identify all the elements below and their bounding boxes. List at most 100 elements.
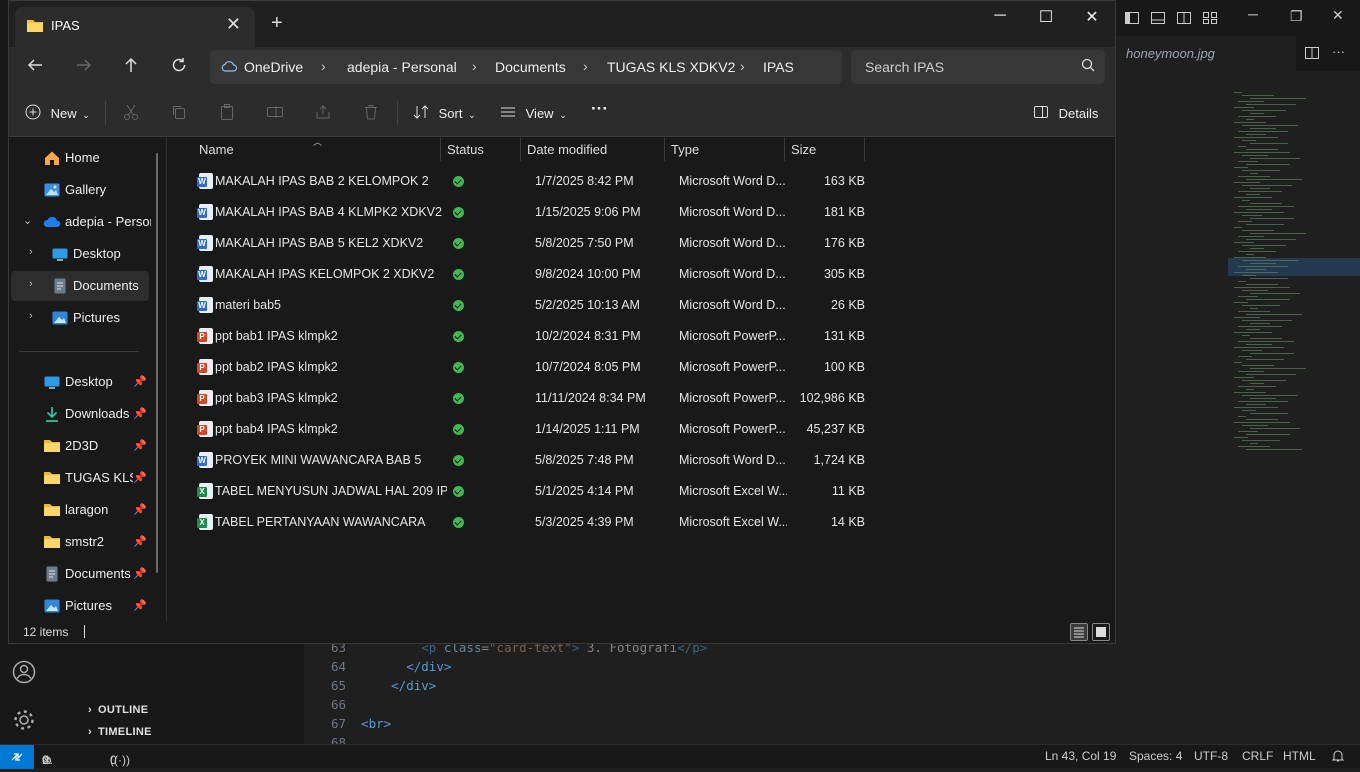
timeline-section[interactable]: › TIMELINE (88, 726, 152, 738)
file-row[interactable]: X TABEL MENYUSUN JADWAL HAL 209 IPAS 5/1/2… (183, 476, 865, 506)
close-tab-icon[interactable]: ✕ (226, 14, 241, 35)
breadcrumb-documents[interactable]: Documents (495, 59, 566, 75)
vscode-minimize-button[interactable]: ─ (1248, 6, 1258, 22)
share-icon[interactable] (314, 103, 332, 121)
quick-access-laragon[interactable]: laragon 📌 (11, 495, 149, 525)
column-header-status[interactable]: Status (441, 137, 519, 161)
quick-access-2d3d[interactable]: 2D3D 📌 (11, 431, 149, 461)
file-row[interactable]: Pppt bab3 IPAS klmpk2 11/11/2024 8:34 PM M… (183, 383, 865, 413)
more-options-button[interactable]: ··· (591, 99, 608, 119)
vscode-restore-button[interactable]: ❐ (1290, 8, 1303, 25)
chevron-right-icon[interactable]: › (29, 246, 33, 258)
breadcrumb[interactable]: OneDrive › adepia - Personal › Documents… (210, 50, 842, 84)
details-button[interactable]: Details (1033, 102, 1098, 121)
file-row[interactable]: Wmateri bab5 5/2/2025 10:13 AM Microsoft W… (183, 290, 865, 320)
sidebar-item-gallery[interactable]: Gallery (11, 175, 149, 205)
minimap[interactable] (1228, 90, 1348, 460)
chevron-right-icon[interactable]: › (583, 58, 588, 74)
chevron-right-icon[interactable]: › (740, 58, 745, 74)
file-row[interactable]: W MAKALAH IPAS BAB 5 KEL2 XDKV2 5/8/2025 7… (183, 228, 865, 258)
quick-access-tugas[interactable]: TUGAS KLS XDKV2 📌 (11, 463, 149, 493)
refresh-icon[interactable] (166, 55, 192, 81)
minimap-line (1234, 242, 1254, 243)
maximize-button[interactable]: ☐ (1023, 7, 1069, 27)
toggle-primary-sidebar-icon[interactable] (1124, 10, 1140, 29)
pin-icon: 📌 (133, 600, 147, 612)
minimize-button[interactable]: ─ (977, 7, 1023, 25)
column-header-size[interactable]: Size (785, 137, 863, 161)
remote-indicator-icon[interactable] (0, 745, 34, 769)
file-row[interactable]: X TABEL PERTANYAAN WAWANCARA 5/3/2025 4:39… (183, 507, 865, 537)
sidebar-item-home[interactable]: Home (11, 143, 149, 173)
file-row[interactable]: W MAKALAH IPAS KELOMPOK 2 XDKV2 9/8/2024 1… (183, 259, 865, 289)
cut-icon[interactable] (122, 103, 140, 121)
chevron-right-icon[interactable]: › (321, 58, 326, 74)
sort-button[interactable]: Sort ⌄ (413, 102, 476, 121)
paste-icon[interactable] (218, 103, 236, 121)
sidebar-item-onedrive[interactable]: ⌄ adepia - Personal (11, 207, 151, 237)
sidebar-item-documents[interactable]: › Documents (11, 271, 149, 301)
account-icon[interactable] (12, 660, 36, 684)
file-row[interactable]: Pppt bab2 IPAS klmpk2 10/7/2024 8:05 PM Mi… (183, 352, 865, 382)
toggle-secondary-sidebar-icon[interactable] (1176, 10, 1192, 29)
end-of-line[interactable]: CRLF (1242, 749, 1273, 763)
breadcrumb-onedrive[interactable]: OneDrive (244, 59, 303, 75)
file-row[interactable]: W PROYEK MINI WAWANCARA BAB 5 5/8/2025 7:4… (183, 445, 865, 475)
file-row[interactable]: W MAKALAH IPAS BAB 2 KELOMPOK 2 1/7/2025 8… (183, 166, 865, 196)
close-window-button[interactable]: ✕ (1069, 7, 1115, 27)
file-row[interactable]: W MAKALAH IPAS BAB 4 KLMPK2 XDKV2 1/15/202… (183, 197, 865, 227)
breadcrumb-personal[interactable]: adepia - Personal (347, 59, 457, 75)
tab-ipas[interactable]: IPAS ✕ (15, 7, 255, 47)
outline-section[interactable]: › OUTLINE (88, 704, 148, 716)
more-actions-icon[interactable]: ··· (1332, 44, 1345, 59)
sidebar-item-pictures[interactable]: › Pictures (11, 303, 149, 333)
chevron-right-icon[interactable]: › (472, 58, 477, 74)
encoding[interactable]: UTF-8 (1194, 749, 1228, 763)
indentation[interactable]: Spaces: 4 (1129, 749, 1182, 763)
vscode-close-button[interactable]: ✕ (1332, 7, 1344, 24)
view-button[interactable]: View ⌄ (500, 102, 567, 121)
quick-access-pictures[interactable]: Pictures 📌 (11, 591, 149, 621)
file-size: 45,237 KB (806, 422, 865, 436)
quick-access-smstr2[interactable]: smstr2 📌 (11, 527, 149, 557)
nav-scrollbar[interactable] (156, 153, 158, 573)
column-header-date[interactable]: Date modified (521, 137, 663, 161)
copy-icon[interactable] (170, 103, 188, 121)
details-view-icon[interactable] (1070, 623, 1088, 641)
column-header-type[interactable]: Type (665, 137, 783, 161)
quick-access-desktop[interactable]: Desktop 📌 (11, 367, 149, 397)
cursor-position[interactable]: Ln 43, Col 19 (1045, 749, 1116, 763)
quick-access-downloads[interactable]: Downloads 📌 (11, 399, 149, 429)
large-icons-view-icon[interactable] (1092, 623, 1110, 641)
file-name: TABEL PERTANYAAN WAWANCARA (215, 515, 426, 529)
quick-access-documents[interactable]: Documents 📌 (11, 559, 149, 589)
toggle-panel-icon[interactable] (1150, 10, 1166, 29)
minimap-line (1250, 293, 1300, 294)
chevron-right-icon[interactable]: › (29, 310, 33, 322)
customize-layout-icon[interactable] (1202, 10, 1218, 29)
split-editor-icon[interactable] (1304, 45, 1320, 64)
column-header-name[interactable]: Name (183, 137, 439, 161)
new-button[interactable]: New ⌄ (25, 102, 90, 121)
notifications-bell-icon[interactable] (1331, 749, 1345, 766)
language-mode[interactable]: HTML (1283, 749, 1316, 763)
chevron-right-icon[interactable]: › (29, 278, 33, 290)
file-row[interactable]: Pppt bab4 IPAS klmpk2 1/14/2025 1:11 PM Mi… (183, 414, 865, 444)
file-row[interactable]: Pppt bab1 IPAS klmpk2 10/2/2024 8:31 PM Mi… (183, 321, 865, 351)
delete-icon[interactable] (362, 103, 380, 121)
breadcrumb-ipas[interactable]: IPAS (763, 59, 794, 75)
chevron-down-icon[interactable]: ⌄ (23, 214, 32, 227)
sidebar-item-desktop[interactable]: › Desktop (11, 239, 149, 269)
settings-gear-icon[interactable] (12, 708, 36, 732)
rename-icon[interactable] (266, 103, 284, 121)
new-tab-icon[interactable]: + (271, 12, 283, 35)
excel-file-icon: X (197, 483, 213, 499)
editor-tab[interactable]: honeymoon.jpg (1116, 36, 1296, 71)
up-arrow-icon[interactable] (118, 55, 144, 81)
forward-arrow-icon[interactable] (71, 55, 97, 81)
column-divider[interactable] (864, 137, 865, 161)
minimap-line (1242, 230, 1274, 231)
breadcrumb-tugas[interactable]: TUGAS KLS XDKV2 (607, 59, 735, 75)
search-input[interactable]: Search IPAS (851, 50, 1105, 84)
back-arrow-icon[interactable] (22, 55, 48, 81)
